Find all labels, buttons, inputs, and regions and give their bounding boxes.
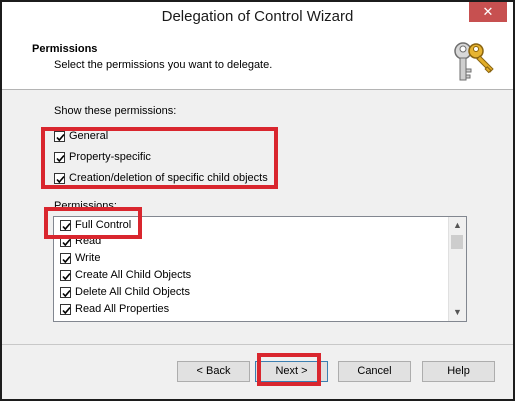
checkmark-icon bbox=[62, 289, 71, 297]
checkbox-general[interactable] bbox=[54, 130, 65, 142]
checkbox-creation-deletion[interactable] bbox=[54, 172, 65, 184]
checkmark-icon bbox=[62, 255, 71, 263]
scroll-thumb[interactable] bbox=[451, 235, 463, 249]
filter-property-specific[interactable]: Property-specific bbox=[54, 149, 151, 165]
checkmark-icon bbox=[56, 154, 65, 162]
close-button[interactable]: ✕ bbox=[469, 2, 507, 22]
checkbox-read[interactable] bbox=[60, 235, 71, 247]
scroll-up-icon[interactable]: ▲ bbox=[449, 217, 466, 234]
wizard-body: Show these permissions: General Property… bbox=[2, 90, 513, 344]
close-icon: ✕ bbox=[482, 4, 494, 19]
list-item[interactable]: Full Control bbox=[60, 217, 131, 233]
list-item[interactable]: Delete All Child Objects bbox=[60, 284, 190, 300]
checkbox-property-specific[interactable] bbox=[54, 151, 65, 163]
wizard-header: Permissions Select the permissions you w… bbox=[2, 34, 513, 90]
list-item-label: Write bbox=[75, 252, 101, 264]
checkmark-icon bbox=[62, 306, 71, 314]
permissions-list[interactable]: Full Control Read Write Create All Child… bbox=[53, 216, 467, 322]
checkbox-delete-all-child[interactable] bbox=[60, 286, 71, 298]
list-item-label: Full Control bbox=[75, 219, 132, 231]
list-item-label: Read All Properties bbox=[75, 303, 170, 315]
checkbox-read-all-properties[interactable] bbox=[60, 303, 71, 315]
keys-icon bbox=[454, 42, 494, 81]
list-item[interactable]: Create All Child Objects bbox=[60, 267, 191, 283]
window-title: Delegation of Control Wizard bbox=[161, 8, 354, 25]
checkmark-icon bbox=[62, 222, 71, 230]
checkmark-icon bbox=[62, 238, 71, 246]
show-permissions-label: Show these permissions: bbox=[54, 105, 177, 117]
checkmark-icon bbox=[56, 175, 65, 183]
filter-property-specific-label: Property-specific bbox=[69, 151, 151, 163]
list-item[interactable]: Write bbox=[60, 250, 100, 266]
next-button[interactable]: Next > bbox=[255, 361, 328, 382]
scroll-down-icon[interactable]: ▼ bbox=[449, 304, 466, 321]
checkmark-icon bbox=[56, 133, 65, 141]
filter-creation-deletion[interactable]: Creation/deletion of specific child obje… bbox=[54, 170, 268, 186]
checkbox-create-all-child[interactable] bbox=[60, 269, 71, 281]
checkmark-icon bbox=[62, 272, 71, 280]
help-button[interactable]: Help bbox=[422, 361, 495, 382]
list-item[interactable]: Read bbox=[60, 233, 101, 249]
wizard-footer: < Back Next > Cancel Help bbox=[2, 345, 513, 399]
list-scrollbar[interactable]: ▲ ▼ bbox=[448, 217, 466, 321]
list-item-label: Delete All Child Objects bbox=[75, 286, 190, 298]
page-subtitle: Select the permissions you want to deleg… bbox=[54, 59, 273, 71]
list-item[interactable]: Read All Properties bbox=[60, 301, 169, 317]
checkbox-full-control[interactable] bbox=[60, 219, 71, 231]
page-title: Permissions bbox=[32, 43, 98, 55]
list-item-label: Read bbox=[75, 235, 102, 247]
title-bar: Delegation of Control Wizard ✕ bbox=[2, 2, 513, 34]
list-item-label: Create All Child Objects bbox=[75, 269, 192, 281]
filter-creation-deletion-label: Creation/deletion of specific child obje… bbox=[69, 172, 268, 184]
permissions-label: Permissions: bbox=[54, 200, 117, 212]
checkbox-write[interactable] bbox=[60, 252, 71, 264]
filter-general-label: General bbox=[69, 130, 109, 142]
back-button[interactable]: < Back bbox=[177, 361, 250, 382]
filter-general[interactable]: General bbox=[54, 128, 108, 144]
cancel-button[interactable]: Cancel bbox=[338, 361, 411, 382]
wizard-window: Delegation of Control Wizard ✕ Permissio… bbox=[0, 0, 515, 401]
